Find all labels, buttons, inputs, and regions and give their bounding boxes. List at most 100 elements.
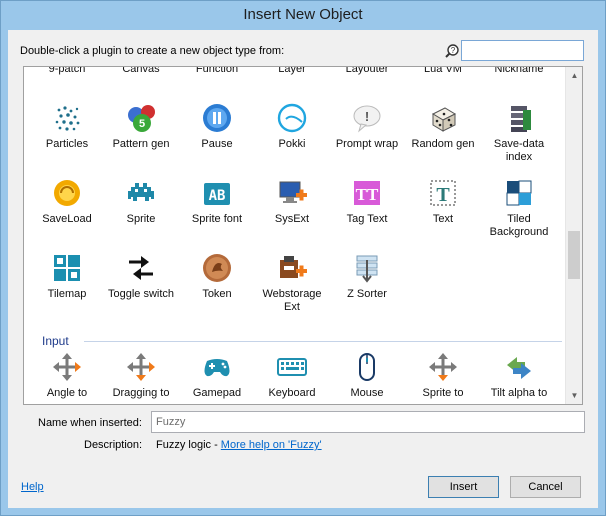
gamepad-icon — [204, 359, 230, 377]
insert-object-dialog: Insert New Object Double-click a plugin … — [0, 0, 606, 516]
cancel-button[interactable]: Cancel — [510, 476, 581, 498]
pokki-icon — [277, 103, 307, 133]
plugin-item[interactable]: Z Sorter — [329, 252, 405, 301]
plugin-label: Gamepad — [192, 387, 242, 399]
plugin-label: Webstorage Ext — [262, 288, 322, 313]
plugin-label: Keyboard — [268, 387, 316, 399]
tiled-background-icon — [506, 180, 532, 206]
plugin-item[interactable]: Tilt alpha to — [481, 351, 557, 400]
plugin-label: SaveLoad — [42, 213, 92, 225]
plugin-item[interactable]: Tiled Background — [481, 177, 557, 239]
scroll-up-arrow-icon[interactable]: ▲ — [569, 70, 580, 81]
svg-text:!: ! — [365, 109, 369, 124]
toggle-switch-icon — [129, 256, 153, 280]
plugin-item[interactable]: TT Tag Text — [329, 177, 405, 226]
tilt-alpha-to-icon — [507, 357, 531, 379]
svg-text:TT: TT — [356, 185, 379, 204]
pattern-gen-icon: 5 — [128, 105, 155, 132]
group-divider — [84, 341, 562, 342]
plugin-label: Particles — [45, 138, 89, 150]
insert-button[interactable]: Insert — [428, 476, 499, 498]
plugin-item[interactable]: Token — [179, 252, 255, 301]
plugin-item-partial[interactable]: Lua VM — [405, 67, 481, 75]
description-text: Fuzzy logic - More help on 'Fuzzy' — [156, 439, 322, 451]
plugin-item[interactable]: Random gen — [405, 102, 481, 151]
plugin-label: Prompt wrap — [335, 138, 399, 150]
plugin-item[interactable]: Save-data index — [481, 102, 557, 164]
plugin-label: Tag Text — [346, 213, 388, 225]
group-header-input: Input — [42, 334, 69, 348]
plugin-item[interactable]: Sprite — [103, 177, 179, 226]
plugin-label: Z Sorter — [347, 288, 387, 300]
plugin-label: Random gen — [411, 138, 475, 150]
z-sorter-icon — [356, 255, 378, 283]
plugin-item[interactable]: Dragging to — [103, 351, 179, 400]
token-icon — [203, 254, 231, 282]
plugin-item[interactable]: Webstorage Ext — [254, 252, 330, 314]
window-title: Insert New Object — [243, 6, 363, 23]
plugin-label: Dragging to — [112, 387, 170, 399]
text-icon: T — [430, 180, 456, 206]
plugin-item[interactable]: Tilemap — [29, 252, 105, 301]
plugin-label: Angle to — [46, 387, 88, 399]
vertical-scrollbar[interactable]: ▲ ▼ — [565, 67, 582, 404]
plugin-label: Mouse — [350, 387, 384, 399]
plugin-label: Tiled Background — [489, 213, 549, 238]
name-when-inserted-input[interactable] — [151, 411, 585, 433]
scrollbar-thumb[interactable] — [568, 231, 580, 279]
random-gen-icon — [431, 107, 457, 132]
plugin-item[interactable]: AB Sprite font — [179, 177, 255, 226]
particles-icon — [55, 106, 80, 131]
plugin-item-partial[interactable]: Function — [179, 67, 255, 75]
plugin-item[interactable]: Particles — [29, 102, 105, 151]
plugin-label: Tilt alpha to — [490, 387, 548, 399]
plugin-item[interactable]: SysExt — [254, 177, 330, 226]
plugin-item-partial[interactable]: Layer — [254, 67, 330, 75]
name-when-inserted-label: Name when inserted: — [38, 417, 142, 429]
plugin-label: Sprite font — [191, 213, 243, 225]
search-input[interactable] — [461, 40, 584, 61]
pause-icon — [203, 104, 231, 132]
plugin-item-partial[interactable]: Layouter — [329, 67, 405, 75]
plugin-label: Sprite to — [422, 387, 464, 399]
svg-text:?: ? — [451, 46, 456, 55]
dialog-body: Double-click a plugin to create a new ob… — [8, 30, 598, 508]
sprite-font-icon: AB — [204, 183, 230, 205]
description-value: Fuzzy logic - — [156, 439, 221, 451]
help-link[interactable]: Help — [21, 481, 44, 493]
plugin-item[interactable]: Angle to — [29, 351, 105, 400]
dragging-to-icon — [127, 353, 155, 381]
plugin-item-partial[interactable]: 9-patch — [29, 67, 105, 75]
plugin-item[interactable]: Toggle switch — [103, 252, 179, 301]
tag-text-icon: TT — [354, 181, 380, 205]
plugin-list[interactable]: 9-patch Canvas Function Layer Layouter Lua VM… — [23, 66, 583, 405]
plugin-item[interactable]: Mouse — [329, 351, 405, 400]
plugin-label: Pattern gen — [112, 138, 170, 150]
plugin-item-partial[interactable]: Nickname — [481, 67, 557, 75]
plugin-item[interactable]: Pokki — [254, 102, 330, 151]
plugin-item[interactable]: Sprite to — [405, 351, 481, 400]
more-help-link[interactable]: More help on 'Fuzzy' — [221, 439, 322, 451]
plugin-item[interactable]: 5 Pattern gen — [103, 102, 179, 151]
plugin-label: Pause — [201, 138, 233, 150]
plugin-item[interactable]: Gamepad — [179, 351, 255, 400]
plugin-item-partial[interactable]: Canvas — [103, 67, 179, 75]
instruction-text: Double-click a plugin to create a new ob… — [20, 45, 285, 57]
search-icon: ? — [445, 44, 459, 58]
sysext-icon — [279, 181, 307, 203]
webstorage-ext-icon — [280, 256, 307, 278]
saveload-icon — [54, 180, 80, 206]
tilemap-icon — [54, 255, 80, 281]
plugin-item[interactable]: SaveLoad — [29, 177, 105, 226]
plugin-item[interactable]: ! Prompt wrap — [329, 102, 405, 151]
plugin-item[interactable]: Keyboard — [254, 351, 330, 400]
plugin-label: Save-data index — [493, 138, 545, 163]
scroll-down-arrow-icon[interactable]: ▼ — [569, 390, 580, 401]
description-label: Description: — [84, 439, 143, 451]
plugin-item[interactable]: Pause — [179, 102, 255, 151]
save-data-index-icon — [511, 106, 531, 132]
mouse-icon — [359, 353, 375, 381]
plugin-label: SysExt — [274, 213, 310, 225]
plugin-label: Text — [432, 213, 454, 225]
plugin-item[interactable]: T Text — [405, 177, 481, 226]
